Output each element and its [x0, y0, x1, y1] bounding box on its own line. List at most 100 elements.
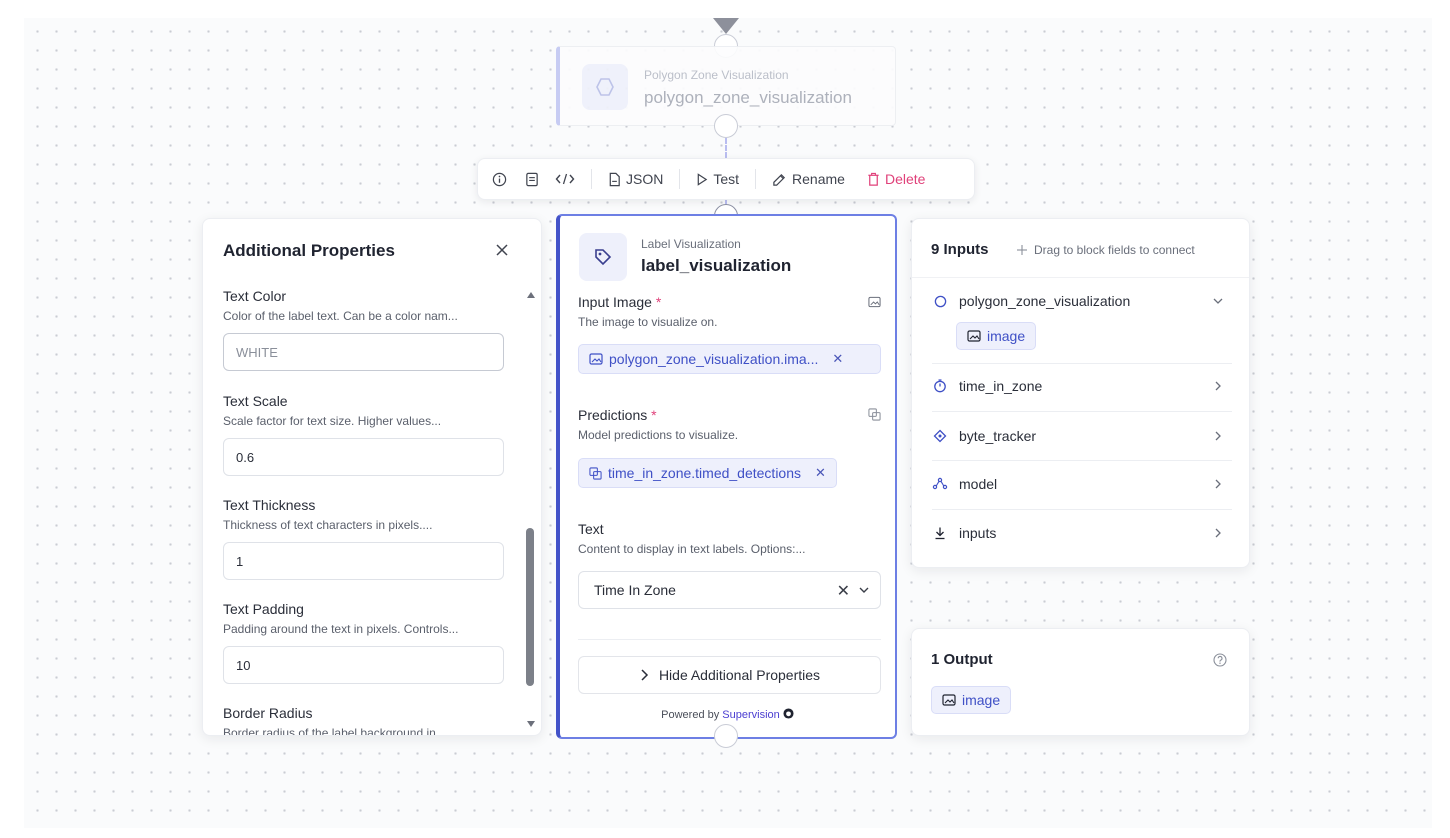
json-label: JSON	[626, 171, 664, 187]
label-visualization-block[interactable]: Label Visualization label_visualization …	[556, 214, 897, 739]
input-name: polygon_zone_visualization	[959, 293, 1131, 309]
property-label: Text Scale	[223, 393, 288, 409]
input-name: byte_tracker	[959, 428, 1037, 444]
property-description: Thickness of text characters in pixels..…	[223, 518, 433, 532]
tag-icon	[579, 233, 627, 281]
input-image-field: Input Image * The image to visualize on.	[578, 294, 882, 329]
powered-by: Powered by Supervision	[560, 708, 895, 721]
scroll-up-arrow[interactable]	[527, 292, 535, 298]
chevron-right-icon	[641, 669, 648, 681]
chip-label: image	[962, 692, 1001, 708]
upstream-output-handle[interactable]	[714, 114, 738, 138]
property-label: Border Radius	[223, 705, 313, 721]
input-item-time-in-zone[interactable]: time_in_zone	[932, 375, 1232, 397]
file-icon	[609, 172, 620, 186]
scroll-down-arrow[interactable]	[527, 721, 535, 727]
block-output-handle[interactable]	[714, 724, 738, 748]
delete-button[interactable]: Delete	[867, 171, 925, 187]
chevron-right-icon[interactable]	[1212, 478, 1224, 490]
input-item-model[interactable]: model	[932, 473, 1232, 495]
upstream-node-type: Polygon Zone Visualization	[644, 68, 789, 82]
github-icon	[783, 708, 794, 719]
scrollbar-thumb[interactable]	[526, 528, 534, 686]
code-icon[interactable]	[555, 172, 575, 186]
text-padding-field[interactable]: 10	[223, 646, 504, 684]
model-icon	[932, 476, 948, 492]
input-item-inputs[interactable]: inputs	[932, 522, 1232, 544]
rename-label: Rename	[792, 171, 845, 187]
clear-icon[interactable]: ✕	[837, 581, 850, 601]
block-type: Label Visualization	[641, 237, 741, 251]
block-toolbar: JSON Test Rename Delete	[477, 158, 975, 200]
property-label: Text Padding	[223, 601, 304, 617]
inputs-panel: 9 Inputs Drag to block fields to connect…	[911, 218, 1250, 568]
connection-line	[725, 138, 727, 158]
remove-binding-icon[interactable]: ✕	[815, 465, 826, 481]
input-item-byte-tracker[interactable]: byte_tracker	[932, 425, 1232, 447]
predictions-binding-chip[interactable]: time_in_zone.timed_detections ✕	[578, 458, 837, 488]
chevron-down-icon[interactable]	[1212, 295, 1224, 307]
chevron-right-icon[interactable]	[1212, 430, 1224, 442]
help-icon[interactable]	[1213, 653, 1227, 667]
property-description: Padding around the text in pixels. Contr…	[223, 622, 459, 636]
outputs-title: 1 Output	[931, 651, 993, 668]
text-thickness-field[interactable]: 1	[223, 542, 504, 580]
test-button[interactable]: Test	[696, 171, 739, 187]
image-icon	[967, 330, 981, 342]
binding-value: polygon_zone_visualization.ima...	[609, 351, 819, 367]
image-icon	[589, 353, 603, 365]
hide-additional-properties-button[interactable]: Hide Additional Properties	[578, 656, 881, 694]
predictions-field: Predictions * Model predictions to visua…	[578, 407, 882, 442]
property-text-thickness: Text Thickness Thickness of text charact…	[223, 497, 511, 601]
text-field: Text Content to display in text labels. …	[578, 521, 882, 556]
output-chip-image[interactable]: image	[956, 322, 1037, 350]
property-description: Scale factor for text size. Higher value…	[223, 414, 442, 428]
input-item-polygon-zone-visualization[interactable]: polygon_zone_visualization	[932, 290, 1232, 312]
divider	[912, 277, 1249, 278]
field-description: The image to visualize on.	[578, 315, 718, 329]
input-image-binding-chip[interactable]: polygon_zone_visualization.ima... ✕	[578, 344, 881, 374]
divider	[932, 460, 1232, 461]
supervision-link[interactable]: Supervision	[722, 709, 779, 721]
input-name: model	[959, 476, 998, 492]
drag-hint: Drag to block fields to connect	[1016, 243, 1195, 257]
docs-icon[interactable]	[525, 172, 539, 187]
info-icon[interactable]	[492, 172, 507, 187]
field-label: Input Image *	[578, 294, 662, 310]
divider	[578, 639, 881, 640]
text-scale-field[interactable]: 0.6	[223, 438, 504, 476]
input-name: time_in_zone	[959, 378, 1043, 394]
field-description: Content to display in text labels. Optio…	[578, 542, 806, 556]
divider	[932, 509, 1232, 510]
close-icon[interactable]	[493, 241, 511, 259]
property-border-radius: Border Radius Border radius of the label…	[223, 705, 511, 736]
field-label: Predictions *	[578, 407, 657, 423]
polygon-icon	[582, 64, 628, 110]
chevron-right-icon[interactable]	[1212, 527, 1224, 539]
text-color-field[interactable]: WHITE	[223, 333, 504, 371]
chevron-down-icon[interactable]	[858, 584, 870, 596]
play-icon	[698, 172, 708, 186]
upstream-node-name: polygon_zone_visualization	[644, 88, 852, 107]
binding-value: time_in_zone.timed_detections	[608, 465, 802, 481]
json-button[interactable]: JSON	[608, 171, 663, 187]
toolbar-separator	[679, 169, 681, 189]
property-description: Border radius of the label background in…	[223, 726, 446, 736]
test-label: Test	[713, 171, 740, 187]
inputs-title: 9 Inputs	[931, 241, 989, 258]
delete-label: Delete	[884, 171, 926, 187]
selected-value: Time In Zone	[594, 582, 676, 598]
property-description: Color of the label text. Can be a color …	[223, 309, 458, 323]
output-chip-image[interactable]: image	[931, 686, 1012, 714]
property-label: Text Color	[223, 288, 287, 304]
timer-icon	[932, 378, 948, 394]
block-name: label_visualization	[641, 256, 792, 275]
chevron-right-icon[interactable]	[1212, 380, 1224, 392]
remove-binding-icon[interactable]: ✕	[832, 351, 843, 367]
text-select[interactable]: Time In Zone ✕	[578, 571, 881, 609]
rename-button[interactable]: Rename	[772, 171, 845, 187]
detections-icon	[868, 408, 882, 422]
panel-title: Additional Properties	[223, 241, 395, 260]
move-icon	[1017, 245, 1027, 255]
image-icon	[868, 295, 882, 309]
